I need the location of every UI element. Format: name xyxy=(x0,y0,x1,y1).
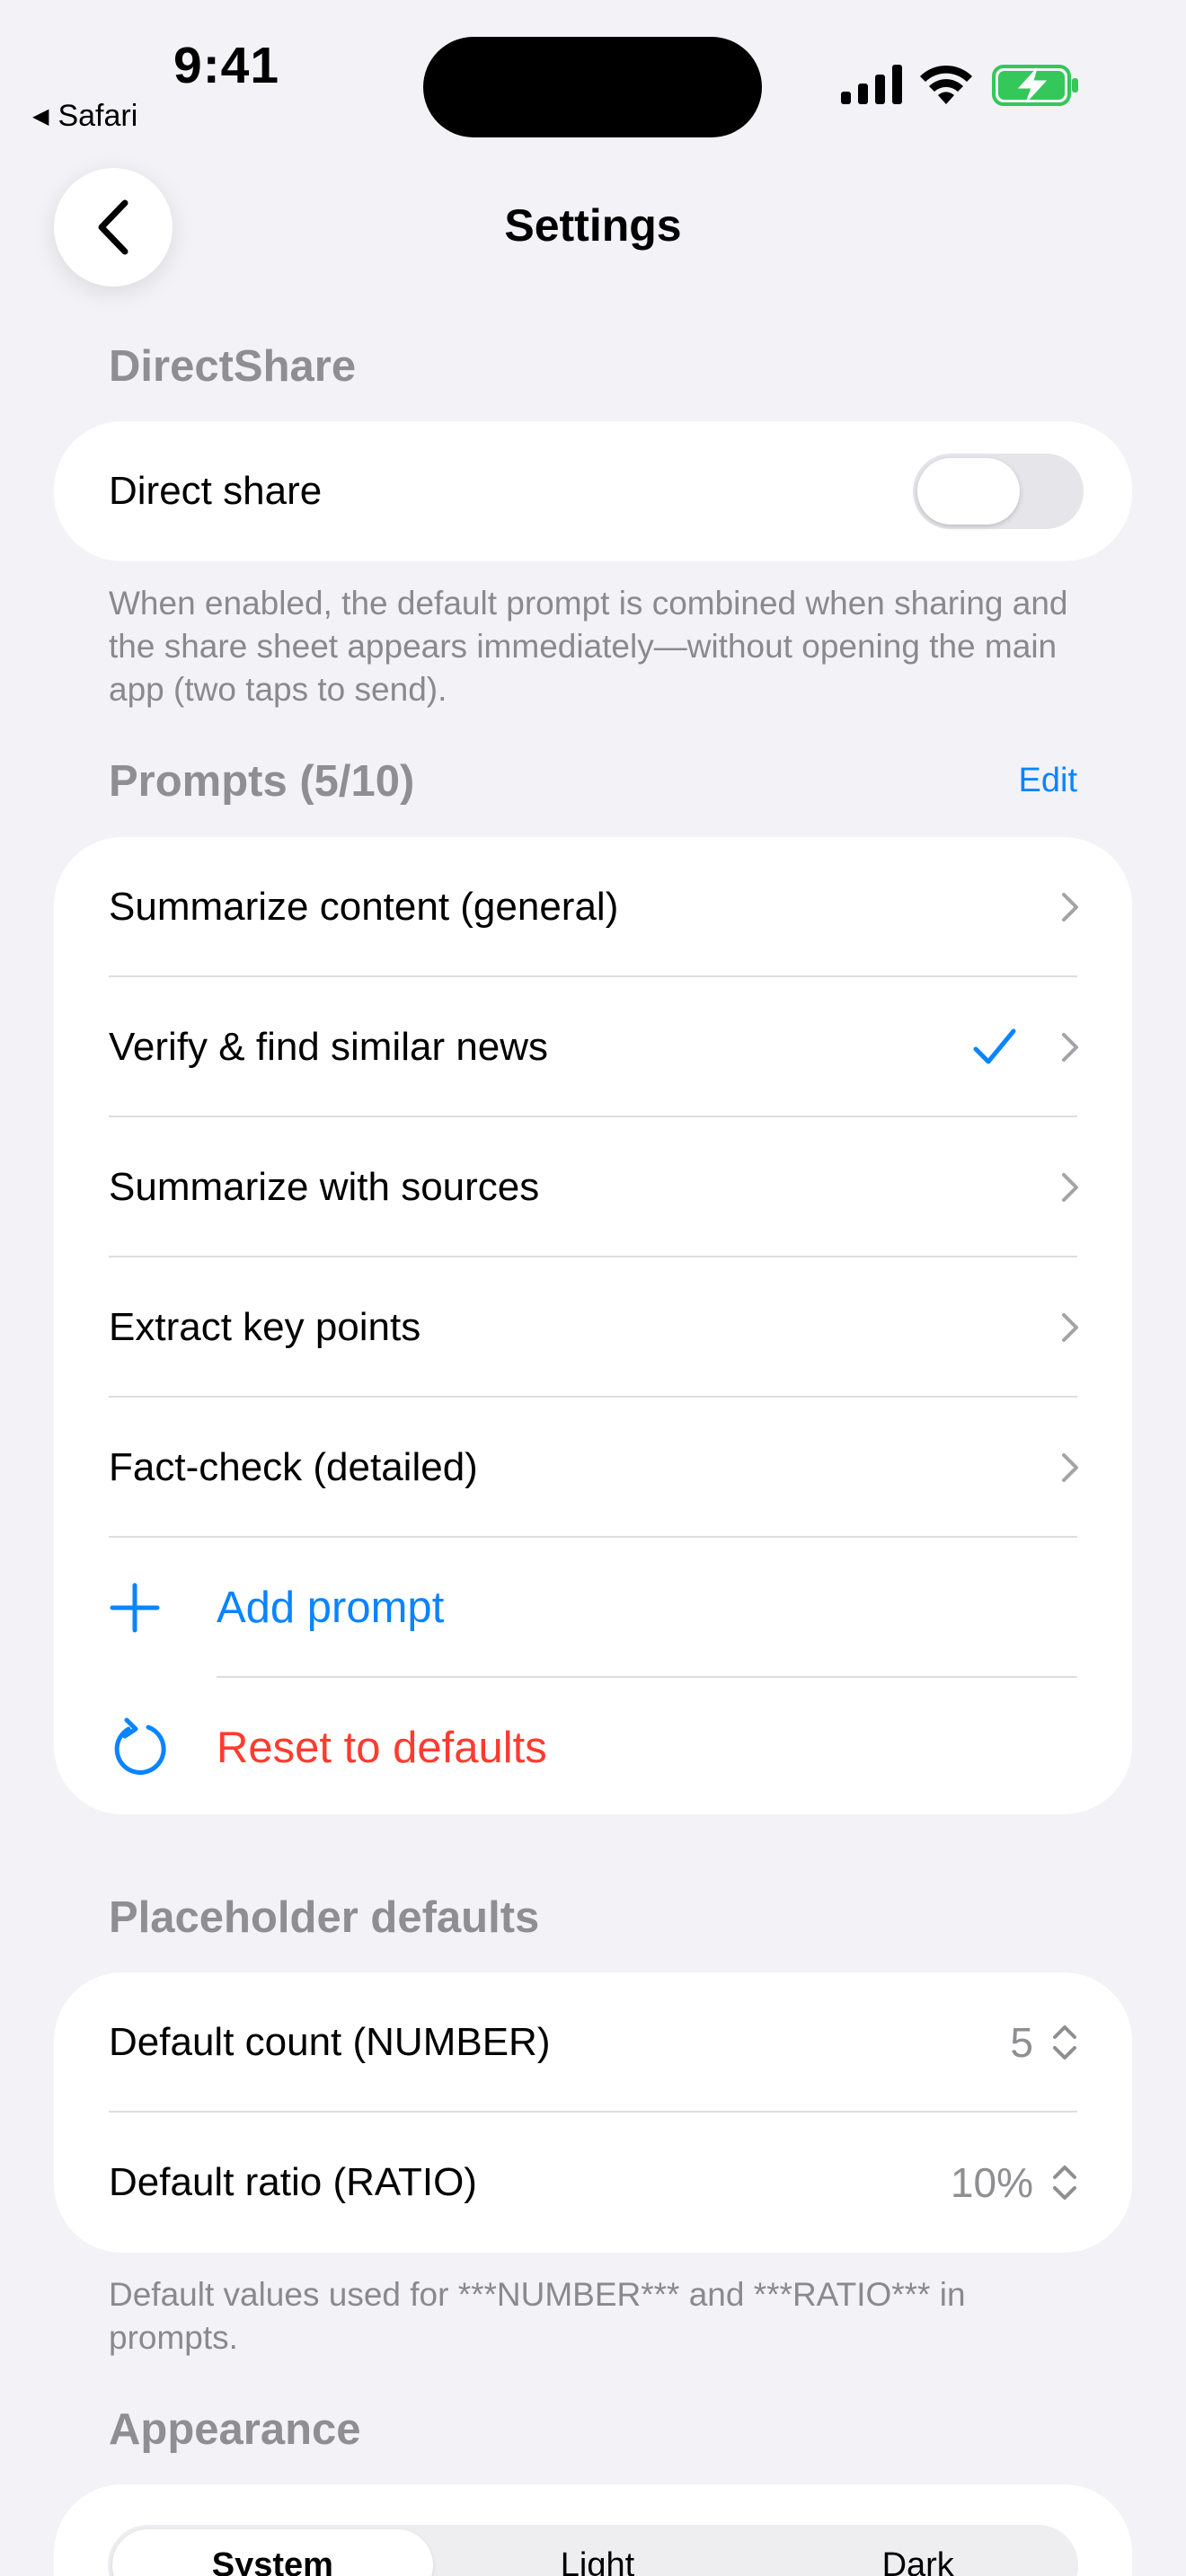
prompt-row[interactable]: Extract key points xyxy=(54,1257,1132,1398)
page-title: Settings xyxy=(504,200,682,251)
status-bar: 9:41 ◀ Safari xyxy=(0,0,1186,153)
default-count-row[interactable]: Default count (NUMBER) 5 xyxy=(54,1972,1132,2113)
chevron-up-down-icon xyxy=(1053,2025,1076,2060)
prompt-label: Verify & find similar news xyxy=(109,1025,549,1069)
battery-charging-icon xyxy=(992,65,1078,106)
reset-defaults-label: Reset to defaults xyxy=(217,1724,547,1772)
prompt-row[interactable]: Summarize content (general) xyxy=(54,837,1132,977)
default-ratio-value: 10% xyxy=(950,2159,1033,2206)
chevron-right-icon xyxy=(1062,1453,1078,1482)
back-app-label: Safari xyxy=(58,99,138,133)
status-time: 9:41 xyxy=(173,37,280,94)
default-ratio-row[interactable]: Default ratio (RATIO) 10% xyxy=(54,2113,1132,2253)
add-prompt-button[interactable]: Add prompt xyxy=(54,1538,1132,1678)
appearance-card: System Light Dark xyxy=(54,2484,1132,2576)
default-count-value: 5 xyxy=(1010,2019,1033,2066)
reset-defaults-button[interactable]: Reset to defaults xyxy=(54,1678,1132,1814)
prompt-label: Extract key points xyxy=(109,1305,421,1349)
reset-arrow-icon xyxy=(109,1716,217,1779)
prompt-row[interactable]: Summarize with sources xyxy=(54,1117,1132,1257)
placeholder-defaults-footer: Default values used for ***NUMBER*** and… xyxy=(109,2276,966,2356)
prompt-label: Summarize with sources xyxy=(109,1165,540,1209)
default-count-label: Default count (NUMBER) xyxy=(109,2020,551,2064)
appearance-segmented-control: System Light Dark xyxy=(108,2525,1078,2576)
prompt-row[interactable]: Fact-check (detailed) xyxy=(54,1398,1132,1538)
dynamic-island xyxy=(423,37,762,137)
prompt-label: Summarize content (general) xyxy=(109,885,619,929)
directshare-footer: When enabled, the default prompt is comb… xyxy=(109,585,1068,708)
section-header-placeholder-defaults: Placeholder defaults xyxy=(109,1893,540,1942)
prompt-label: Fact-check (detailed) xyxy=(109,1445,478,1489)
prompts-card: Summarize content (general) Verify & fin… xyxy=(54,837,1132,1814)
prompt-row[interactable]: Verify & find similar news xyxy=(54,977,1132,1117)
back-to-app-link[interactable]: ◀ Safari xyxy=(32,99,137,134)
directshare-card: Direct share xyxy=(54,421,1132,561)
chevron-right-icon xyxy=(1062,1173,1078,1202)
section-header-directshare: DirectShare xyxy=(109,342,357,391)
placeholder-defaults-card: Default count (NUMBER) 5 Default ratio (… xyxy=(54,1972,1132,2253)
section-header-prompts: Prompts (5/10) xyxy=(109,757,415,806)
appearance-option-light[interactable]: Light xyxy=(438,2525,758,2576)
chevron-right-icon xyxy=(1062,1313,1078,1342)
plus-icon xyxy=(109,1582,217,1634)
appearance-option-system[interactable]: System xyxy=(112,2529,433,2576)
chevron-right-icon xyxy=(1062,1033,1078,1062)
checkmark-icon xyxy=(973,1028,1016,1064)
section-header-appearance: Appearance xyxy=(109,2405,361,2454)
default-ratio-label: Default ratio (RATIO) xyxy=(109,2160,477,2204)
appearance-option-dark[interactable]: Dark xyxy=(757,2525,1078,2576)
settings-screen: 9:41 ◀ Safari Settings DirectShare Direc… xyxy=(0,0,1186,2576)
direct-share-label: Direct share xyxy=(109,469,323,513)
toggle-knob xyxy=(917,458,1020,525)
chevron-right-icon xyxy=(1062,893,1078,922)
wifi-icon xyxy=(920,65,972,104)
cellular-signal-icon xyxy=(841,65,902,104)
direct-share-toggle[interactable] xyxy=(913,454,1084,529)
add-prompt-label: Add prompt xyxy=(217,1584,445,1632)
chevron-up-down-icon xyxy=(1053,2166,1076,2200)
back-triangle-icon: ◀ xyxy=(32,104,49,128)
direct-share-row: Direct share xyxy=(54,421,1132,561)
edit-prompts-button[interactable]: Edit xyxy=(1019,762,1077,800)
